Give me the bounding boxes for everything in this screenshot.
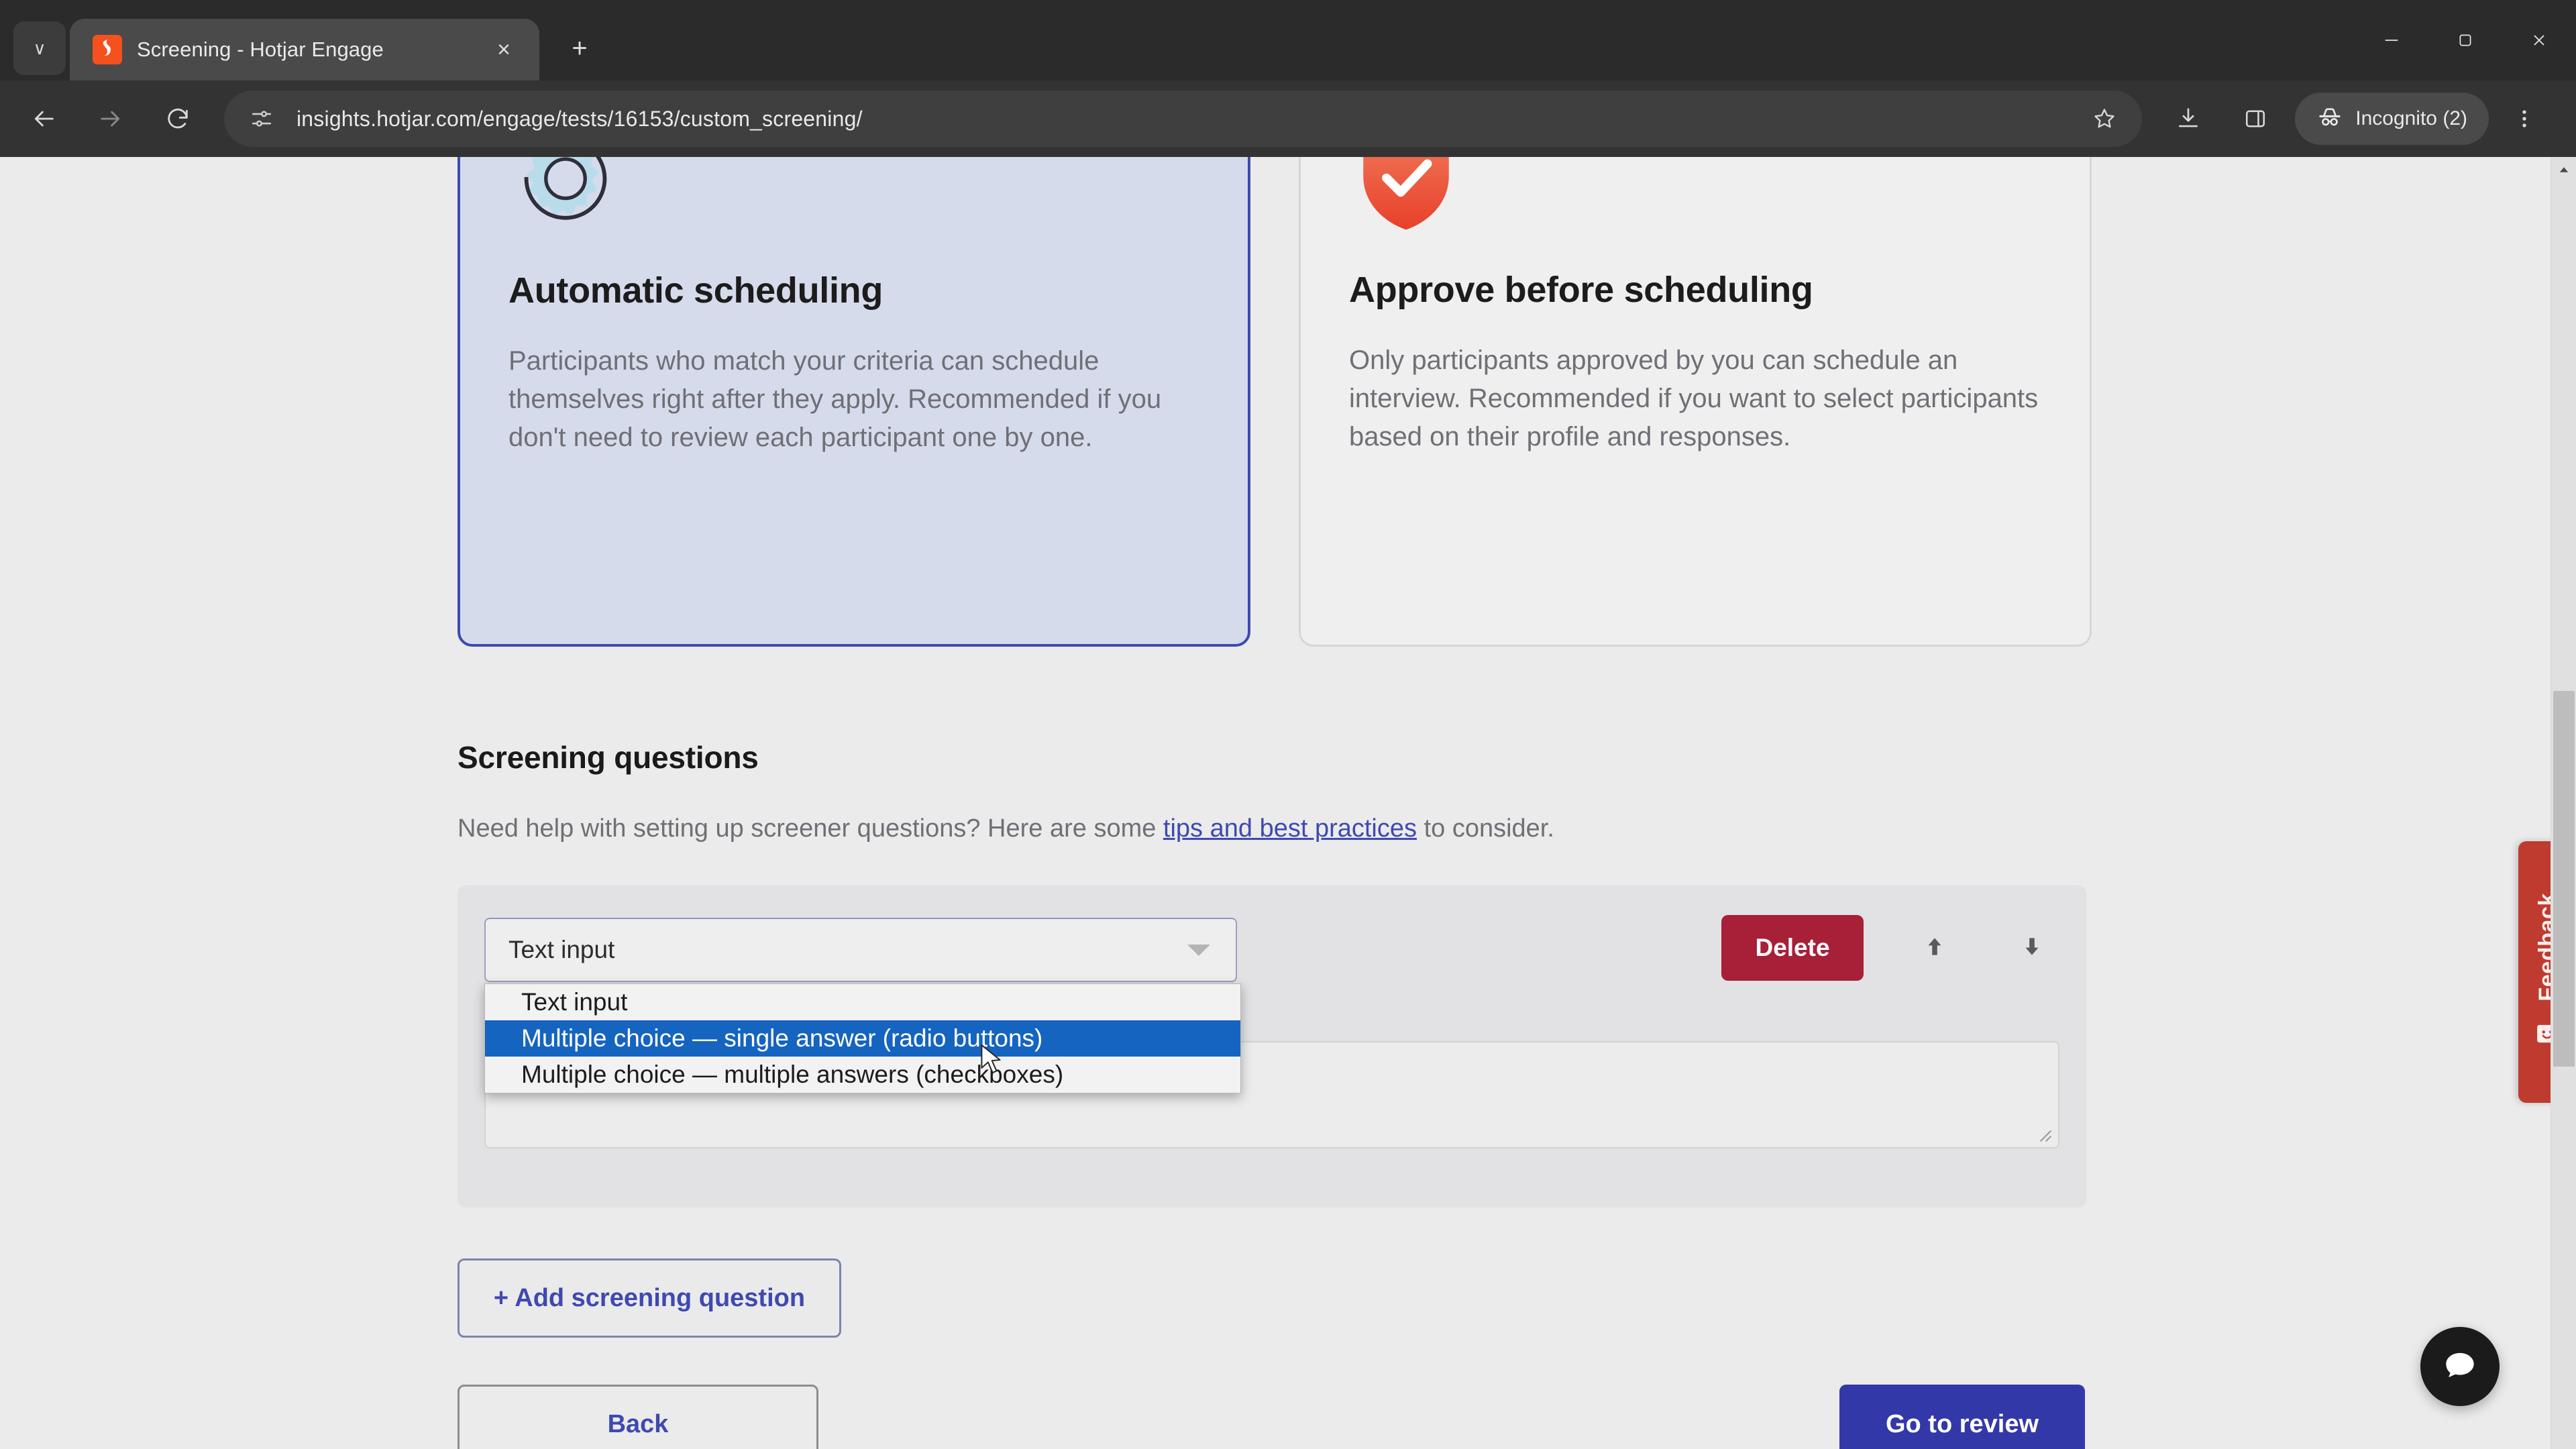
tune-icon[interactable] [244, 101, 279, 136]
star-icon[interactable] [2084, 99, 2125, 139]
close-window-button[interactable] [2502, 0, 2576, 80]
arrow-up-icon [1922, 934, 1947, 963]
browser-menu-button[interactable] [2493, 87, 2556, 150]
scheduling-options: Automatic scheduling Participants who ma… [458, 157, 2092, 647]
forward-button[interactable] [79, 87, 142, 150]
resize-handle-icon[interactable] [2035, 1126, 2053, 1143]
dropdown-option-single-answer[interactable]: Multiple choice — single answer (radio b… [485, 1020, 1240, 1057]
check-badge-icon [1349, 157, 1463, 237]
add-screening-question-button[interactable]: + Add screening question [458, 1258, 841, 1338]
download-icon[interactable] [2157, 87, 2220, 150]
plus-icon: + [572, 33, 588, 63]
card-title: Automatic scheduling [508, 270, 883, 311]
browser-tab[interactable]: Screening - Hotjar Engage × [70, 19, 539, 80]
hotjar-logo-icon [93, 35, 122, 64]
maximize-button[interactable] [2428, 0, 2502, 80]
chevron-down-icon: ∨ [33, 38, 46, 58]
side-panel-icon[interactable] [2224, 87, 2287, 150]
chat-bubble-icon [2439, 1344, 2481, 1389]
dropdown-option-text-input[interactable]: Text input [485, 984, 1240, 1020]
chevron-down-icon [1187, 944, 1210, 956]
question-type-selected-value: Text input [508, 936, 615, 963]
question-type-dropdown-menu[interactable]: Text input Multiple choice — single answ… [484, 983, 1241, 1093]
mouse-cursor [979, 1044, 1002, 1076]
browser-window: ∨ Screening - Hotjar Engage × + insights… [0, 0, 2576, 1449]
dropdown-option-multiple-answers[interactable]: Multiple choice — multiple answers (chec… [485, 1057, 1240, 1093]
incognito-indicator[interactable]: Incognito (2) [2295, 93, 2489, 145]
card-description: Participants who match your criteria can… [508, 346, 1162, 452]
url-text[interactable]: insights.hotjar.com/engage/tests/16153/c… [297, 107, 2067, 131]
tips-and-best-practices-link[interactable]: tips and best practices [1163, 814, 1417, 843]
chat-launcher-button[interactable] [2420, 1327, 2500, 1406]
new-tab-button[interactable]: + [554, 23, 605, 74]
page-viewport: Automatic scheduling Participants who ma… [0, 157, 2576, 1449]
page-content: Automatic scheduling Participants who ma… [0, 157, 2551, 1449]
address-bar[interactable]: insights.hotjar.com/engage/tests/16153/c… [224, 91, 2143, 147]
arrow-down-icon [2019, 934, 2045, 963]
tab-search-button[interactable]: ∨ [13, 21, 66, 75]
scheduling-card-automatic[interactable]: Automatic scheduling Participants who ma… [458, 157, 1250, 647]
go-to-review-button[interactable]: Go to review [1839, 1385, 2085, 1449]
scrollbar-thumb[interactable] [2553, 691, 2575, 1067]
scheduling-card-approve[interactable]: Approve before scheduling Only participa… [1299, 157, 2092, 647]
move-question-up-button[interactable] [1902, 915, 1967, 981]
close-icon[interactable]: × [486, 32, 522, 68]
incognito-icon [2316, 104, 2343, 134]
browser-toolbar: insights.hotjar.com/engage/tests/16153/c… [0, 80, 2576, 157]
card-description: Only participants approved by you can sc… [1349, 345, 2039, 451]
question-type-select[interactable]: Text input [484, 918, 1237, 982]
back-button[interactable]: Back [458, 1385, 818, 1449]
tab-strip: ∨ Screening - Hotjar Engage × + [0, 0, 2576, 80]
back-button[interactable] [12, 87, 75, 150]
incognito-label: Incognito (2) [2355, 107, 2467, 129]
page-scrollbar[interactable] [2551, 157, 2576, 1449]
move-question-down-button[interactable] [2000, 915, 2064, 981]
tab-title: Screening - Hotjar Engage [137, 38, 384, 61]
gear-icon [508, 157, 623, 237]
reload-button[interactable] [146, 87, 209, 150]
card-title: Approve before scheduling [1349, 270, 1813, 310]
delete-question-button[interactable]: Delete [1721, 915, 1864, 981]
scroll-up-arrow-icon[interactable] [2551, 157, 2576, 182]
help-text-suffix: to consider. [1417, 814, 1554, 843]
window-controls [2355, 0, 2576, 80]
minimize-button[interactable] [2355, 0, 2428, 80]
screening-help-text: Need help with setting up screener quest… [458, 814, 1554, 843]
question-type-select-wrapper: Text input Text input Multiple choice — … [484, 918, 1241, 1093]
page-title: Screening questions [458, 740, 759, 775]
help-text-prefix: Need help with setting up screener quest… [458, 814, 1163, 843]
